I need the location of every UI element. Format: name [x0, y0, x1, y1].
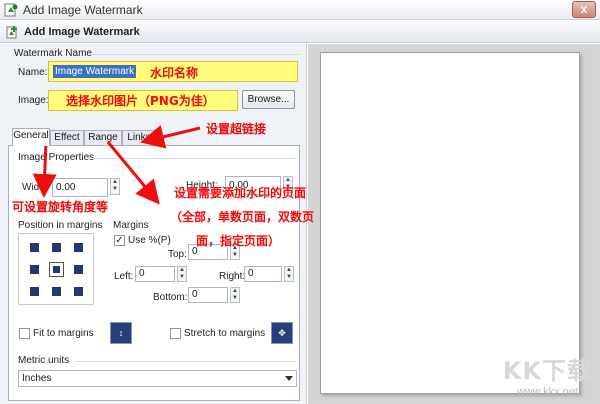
stretch-to-margins-label: Stretch to margins [184, 328, 266, 339]
position-top-right[interactable] [74, 243, 83, 252]
window-title: Add Image Watermark [23, 2, 143, 17]
right-margin-label: Right: [219, 271, 246, 282]
metric-units-label: Metric units [18, 355, 70, 366]
stretch-to-margins-icon[interactable]: ✥ [271, 322, 293, 344]
tab-range[interactable]: Range [84, 130, 122, 146]
width-label: Width [22, 182, 48, 193]
left-margin-input[interactable]: 0 [135, 266, 175, 282]
watermark-name-group-label: Watermark Name [14, 48, 92, 59]
browse-button[interactable]: Browse... [242, 90, 295, 109]
app-icon [4, 3, 18, 16]
tab-effect[interactable]: Effect [50, 130, 84, 146]
right-margin-input[interactable]: 0 [244, 266, 282, 282]
name-annotation: 水印名称 [150, 66, 199, 80]
tab-general[interactable]: General [12, 128, 50, 146]
left-margin-value: 0 [139, 268, 145, 279]
tab-links[interactable]: Links [122, 130, 156, 146]
fit-to-margins-icon[interactable]: ↕ [110, 322, 132, 344]
metric-units-value: Inches [22, 373, 52, 384]
image-properties-label: Image Properties [18, 152, 95, 163]
left-margin-spinner[interactable]: ▲ ▼ [177, 266, 187, 282]
fit-to-margins-label: Fit to margins [33, 328, 94, 339]
bottom-margin-value: 0 [192, 289, 198, 300]
range-annotation-line2: （全部，单数页面，双数页 [170, 210, 315, 224]
right-margin-value: 0 [248, 268, 254, 279]
name-field-value: Image Watermark [53, 65, 137, 78]
name-label: Name: [18, 67, 48, 78]
dialog-header: Add Image Watermark [0, 21, 600, 43]
group-divider [92, 158, 296, 159]
dialog-title: Add Image Watermark [24, 25, 140, 38]
add-watermark-icon [6, 25, 17, 38]
chevron-down-icon [285, 376, 293, 381]
position-top-left[interactable] [30, 243, 39, 252]
window-titlebar: Add Image Watermark x [0, 0, 600, 20]
position-top-center[interactable] [52, 243, 61, 252]
position-bottom-right[interactable] [74, 287, 83, 296]
position-bottom-left[interactable] [30, 287, 39, 296]
stretch-to-margins-checkbox[interactable] [170, 328, 181, 339]
width-spinner[interactable]: ▲ ▼ [110, 178, 120, 195]
preview-panel [308, 44, 600, 404]
group-divider [75, 361, 296, 362]
width-input[interactable]: 0.00 [52, 178, 108, 197]
image-annotation: 选择水印图片（PNG为佳） [66, 94, 215, 108]
image-label: Image: [18, 95, 49, 106]
position-middle-right[interactable] [74, 265, 83, 274]
position-center[interactable] [49, 262, 64, 277]
close-button[interactable]: x [572, 1, 596, 18]
position-bottom-center[interactable] [52, 287, 61, 296]
range-annotation-line3: 面，指定页面） [196, 234, 281, 248]
top-margin-label: Top: [168, 249, 187, 260]
range-annotation-line1: 设置需要添加水印的页面 [174, 186, 307, 200]
site-watermark-url: www.kkx.net [516, 386, 578, 398]
left-margin-label: Left: [114, 271, 134, 282]
position-middle-left[interactable] [30, 265, 39, 274]
fit-to-margins-checkbox[interactable] [19, 328, 30, 339]
bottom-margin-input[interactable]: 0 [188, 287, 228, 303]
group-divider [93, 54, 300, 55]
right-margin-spinner[interactable]: ▲ ▼ [284, 266, 294, 282]
preview-page [320, 52, 580, 394]
rotate-annotation: 可设置旋转角度等 [12, 200, 109, 214]
margins-label: Margins [113, 220, 149, 231]
site-watermark-logo: KK下载 [502, 357, 592, 385]
bottom-margin-label: Bottom: [153, 292, 188, 303]
width-value: 0.00 [56, 182, 76, 193]
bottom-margin-spinner[interactable]: ▲ ▼ [230, 287, 240, 303]
use-percent-checkbox[interactable]: ✓ [114, 235, 125, 246]
metric-units-select[interactable]: Inches [18, 370, 297, 387]
position-label: Position in margins [18, 220, 103, 231]
link-annotation: 设置超链接 [206, 122, 267, 136]
position-grid [18, 233, 94, 305]
use-percent-label: Use %(P) [128, 235, 171, 246]
site-watermark: KK下载 www.kkx.net [503, 351, 592, 398]
